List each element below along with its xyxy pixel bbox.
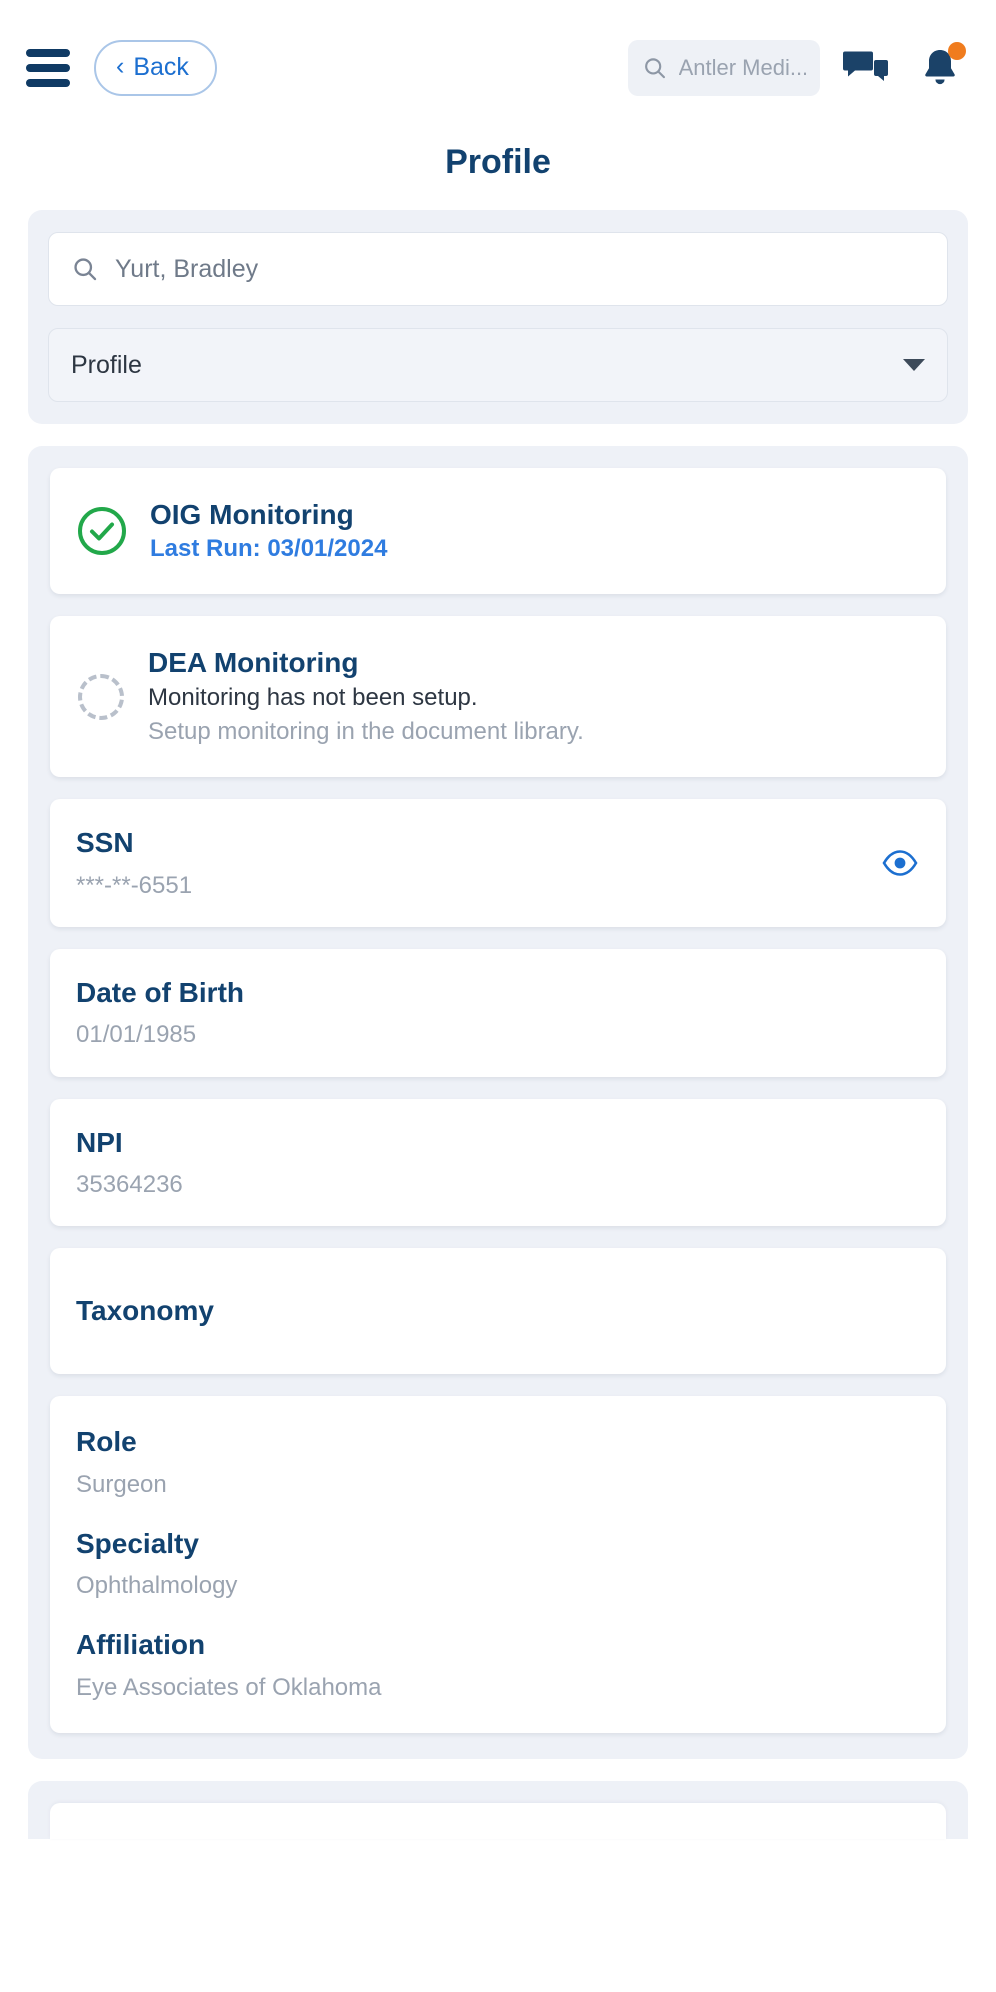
dea-monitoring-status: Monitoring has not been setup. bbox=[148, 684, 478, 712]
hamburger-menu-icon[interactable] bbox=[26, 48, 70, 88]
affiliation-value: Eye Associates of Oklahoma bbox=[76, 1673, 382, 1701]
chat-button[interactable] bbox=[838, 40, 894, 96]
search-icon bbox=[645, 57, 666, 78]
search-icon bbox=[74, 258, 97, 281]
top-app-bar: ‹ Back Antler Medi... bbox=[0, 0, 996, 135]
check-circle-icon bbox=[78, 507, 126, 556]
chat-bubbles-icon bbox=[843, 51, 888, 81]
npi-value: 35364236 bbox=[76, 1170, 183, 1198]
global-search-input[interactable]: Antler Medi... bbox=[628, 39, 820, 96]
affiliation-label: Affiliation bbox=[76, 1629, 206, 1661]
page-body: Yurt, Bradley Profile OIG Monitoring Las… bbox=[0, 210, 996, 1992]
oig-monitoring-card[interactable]: OIG Monitoring Last Run: 03/01/2024 bbox=[50, 468, 946, 595]
dea-monitoring-text: DEA Monitoring Monitoring has not been s… bbox=[148, 646, 584, 747]
oig-monitoring-title: OIG Monitoring bbox=[150, 499, 354, 530]
professional-details-card: Role Surgeon Specialty Ophthalmology Aff… bbox=[50, 1396, 946, 1733]
ssn-reveal-button[interactable] bbox=[880, 843, 920, 883]
ssn-value: ***-**-6551 bbox=[76, 871, 193, 899]
notification-badge bbox=[948, 41, 966, 60]
chevron-left-icon: ‹ bbox=[116, 52, 125, 80]
back-button-label: Back bbox=[133, 53, 189, 81]
dashed-circle-icon bbox=[78, 673, 124, 720]
npi-label: NPI bbox=[76, 1126, 123, 1158]
next-card-partial bbox=[50, 1802, 946, 1839]
chevron-down-icon bbox=[903, 359, 925, 371]
date-of-birth-label: Date of Birth bbox=[76, 977, 244, 1009]
specialty-group: Specialty Ophthalmology bbox=[76, 1526, 920, 1602]
date-of-birth-value: 01/01/1985 bbox=[76, 1021, 197, 1049]
dea-monitoring-card[interactable]: DEA Monitoring Monitoring has not been s… bbox=[50, 616, 946, 778]
profile-cards-panel: OIG Monitoring Last Run: 03/01/2024 DEA … bbox=[28, 446, 968, 1759]
oig-monitoring-text: OIG Monitoring Last Run: 03/01/2024 bbox=[150, 498, 387, 564]
eye-icon bbox=[882, 850, 918, 877]
role-group: Role Surgeon bbox=[76, 1424, 920, 1500]
provider-search-input[interactable]: Yurt, Bradley bbox=[48, 232, 948, 306]
provider-search-value: Yurt, Bradley bbox=[115, 254, 259, 283]
ssn-label: SSN bbox=[76, 827, 134, 859]
back-button[interactable]: ‹ Back bbox=[94, 39, 217, 96]
role-label: Role bbox=[76, 1426, 137, 1458]
dea-monitoring-hint: Setup monitoring in the document library… bbox=[148, 718, 584, 746]
specialty-value: Ophthalmology bbox=[76, 1572, 238, 1600]
dea-monitoring-title: DEA Monitoring bbox=[148, 647, 359, 679]
section-select[interactable]: Profile bbox=[48, 328, 948, 402]
taxonomy-label: Taxonomy bbox=[76, 1294, 214, 1326]
oig-monitoring-last-run: Last Run: 03/01/2024 bbox=[150, 535, 388, 563]
specialty-label: Specialty bbox=[76, 1527, 199, 1559]
npi-card: NPI 35364236 bbox=[50, 1098, 946, 1227]
ssn-card: SSN ***-**-6551 bbox=[50, 799, 946, 928]
profile-screen: ‹ Back Antler Medi... Profile Yurt, Brad… bbox=[0, 0, 996, 1992]
page-title: Profile bbox=[445, 143, 551, 181]
affiliation-group: Affiliation Eye Associates of Oklahoma bbox=[76, 1627, 920, 1703]
role-value: Surgeon bbox=[76, 1470, 167, 1498]
date-of-birth-card: Date of Birth 01/01/1985 bbox=[50, 949, 946, 1077]
notifications-button[interactable] bbox=[912, 40, 968, 96]
taxonomy-card: Taxonomy bbox=[50, 1248, 946, 1375]
global-search-text: Antler Medi... bbox=[678, 54, 806, 80]
section-select-value: Profile bbox=[71, 350, 142, 379]
next-panel-partial bbox=[28, 1780, 968, 1839]
filters-panel: Yurt, Bradley Profile bbox=[28, 210, 968, 424]
